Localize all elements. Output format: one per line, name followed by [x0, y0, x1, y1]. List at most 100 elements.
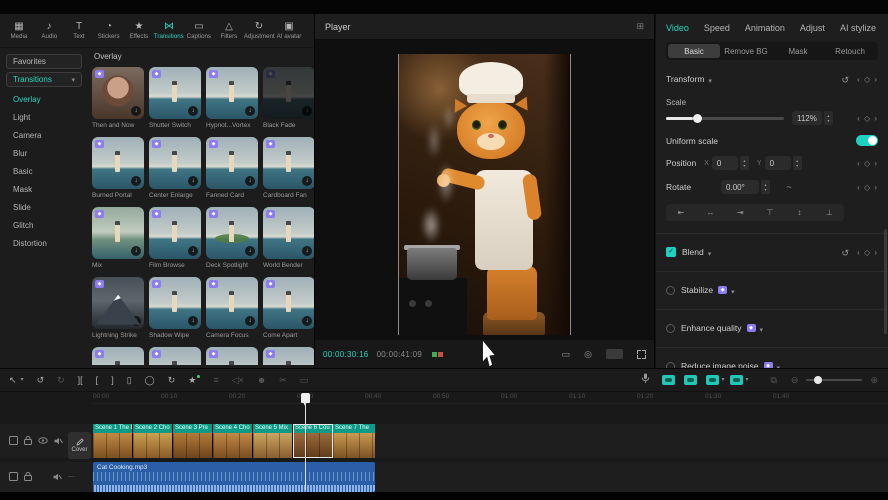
- transition-item[interactable]: [206, 277, 258, 329]
- toolbar-effects[interactable]: ★Effects: [124, 21, 154, 40]
- rotate-value-field[interactable]: 0.00°: [721, 180, 759, 194]
- align-top-icon[interactable]: ⊤: [755, 208, 785, 217]
- snap-options-dropdown-icon[interactable]: ▾: [721, 375, 724, 385]
- track-frame-icon[interactable]: [9, 436, 18, 445]
- hide-track-icon[interactable]: [38, 437, 48, 444]
- tab-animation[interactable]: Animation: [745, 23, 785, 33]
- sidebar-item-glitch[interactable]: Glitch: [0, 217, 88, 235]
- sound-sync-toggle[interactable]: [730, 375, 743, 385]
- fullscreen-icon[interactable]: [637, 350, 646, 359]
- transition-item[interactable]: [206, 347, 258, 365]
- select-tool-dropdown-icon[interactable]: ▾: [21, 375, 24, 385]
- transition-item[interactable]: [263, 347, 314, 365]
- transition-item[interactable]: [206, 137, 258, 189]
- position-y-stepper[interactable]: [793, 156, 802, 170]
- transition-item[interactable]: [92, 67, 144, 119]
- zoom-out-icon[interactable]: ⊖: [791, 375, 799, 385]
- clip-scene-1[interactable]: Scene 1 The E: [93, 424, 133, 458]
- align-center-vertical-icon[interactable]: ↕: [785, 208, 815, 217]
- player-layout-icon[interactable]: ⊞: [636, 21, 644, 32]
- avatar-tool-icon[interactable]: ☻: [257, 375, 266, 385]
- lock-track-icon[interactable]: [24, 472, 32, 481]
- chevron-down-icon[interactable]: [756, 319, 764, 337]
- toolbar-text[interactable]: TText: [64, 21, 94, 40]
- subtab-basic[interactable]: Basic: [668, 44, 720, 58]
- transition-item[interactable]: [149, 277, 201, 329]
- mute-track-icon[interactable]: [54, 437, 63, 445]
- transition-item[interactable]: [206, 207, 258, 259]
- sidebar-item-light[interactable]: Light: [0, 109, 88, 127]
- transition-item[interactable]: [263, 277, 314, 329]
- clip-scene-6-selected[interactable]: Scene 6 Cou: [293, 424, 333, 458]
- transition-item[interactable]: [263, 207, 314, 259]
- inspector-scrollbar[interactable]: [884, 229, 887, 334]
- scale-keyframe-control[interactable]: [857, 114, 878, 123]
- undo-icon[interactable]: ↺: [37, 375, 45, 385]
- sidebar-category-dropdown[interactable]: Transitions: [6, 72, 82, 87]
- select-tool-icon[interactable]: ↖: [9, 375, 17, 385]
- position-x-field[interactable]: 0: [712, 156, 738, 170]
- clip-scene-3[interactable]: Scene 3 Pre: [173, 424, 213, 458]
- lock-track-icon[interactable]: [24, 436, 32, 445]
- mute-track-icon[interactable]: [53, 473, 62, 481]
- transition-item[interactable]: [263, 67, 314, 119]
- tab-ai-stylize[interactable]: AI stylize: [840, 23, 876, 33]
- clip-scene-4[interactable]: Scene 4 Cho: [213, 424, 253, 458]
- chevron-down-icon[interactable]: [704, 243, 712, 261]
- toolbar-audio[interactable]: ♪Audio: [34, 21, 64, 40]
- mirror-preview-icon[interactable]: ⧉: [770, 375, 776, 385]
- sidebar-item-camera[interactable]: Camera: [0, 127, 88, 145]
- redo-icon[interactable]: ↻: [57, 375, 65, 385]
- color-bars-icon[interactable]: [432, 352, 443, 357]
- transition-item[interactable]: [149, 347, 201, 365]
- magnet-snap-toggle[interactable]: [662, 375, 675, 385]
- chevron-down-icon[interactable]: [727, 281, 735, 299]
- rotate-stepper[interactable]: [761, 180, 770, 194]
- quality-selector[interactable]: [606, 349, 623, 359]
- auto-preview-toggle[interactable]: [706, 375, 719, 385]
- toolbar-filters[interactable]: △Filters: [214, 21, 244, 40]
- freeze-frame-icon[interactable]: ◯: [145, 375, 155, 385]
- transition-item[interactable]: [92, 207, 144, 259]
- scale-slider[interactable]: [666, 117, 784, 120]
- rotate-dial-icon[interactable]: ~: [778, 182, 800, 192]
- chevron-down-icon[interactable]: [704, 70, 712, 88]
- sidebar-item-distortion[interactable]: Distortion: [0, 235, 88, 253]
- sync-options-dropdown-icon[interactable]: ▾: [745, 375, 748, 385]
- align-left-icon[interactable]: ⇤: [666, 208, 696, 217]
- snapshot-icon[interactable]: ◎: [584, 349, 592, 360]
- blend-keyframe-control[interactable]: [857, 248, 878, 257]
- position-x-stepper[interactable]: [740, 156, 749, 170]
- zoom-slider-knob[interactable]: [814, 376, 822, 384]
- delete-icon[interactable]: ▯: [127, 375, 132, 385]
- audio-separate-icon[interactable]: ◁×: [232, 375, 244, 385]
- transition-item[interactable]: [263, 137, 314, 189]
- enhance-quality-checkbox[interactable]: [666, 324, 675, 333]
- toolbar-ai-avatar[interactable]: ▣AI avatar: [274, 21, 304, 40]
- subtab-remove-bg[interactable]: Remove BG: [720, 44, 772, 58]
- uniform-scale-toggle[interactable]: [856, 135, 878, 146]
- track-collapse-dash[interactable]: —: [68, 473, 75, 480]
- transition-item[interactable]: [206, 67, 258, 119]
- blend-checkbox[interactable]: [666, 247, 676, 257]
- trim-left-icon[interactable]: [: [96, 375, 99, 385]
- transition-item[interactable]: [92, 277, 144, 329]
- sidebar-item-mask[interactable]: Mask: [0, 181, 88, 199]
- position-keyframe-control[interactable]: [857, 159, 878, 168]
- align-center-horizontal-icon[interactable]: ↔: [696, 208, 726, 217]
- preview-monitor-icon[interactable]: ▭: [300, 375, 309, 385]
- tab-adjust[interactable]: Adjust: [800, 23, 825, 33]
- sidebar-item-blur[interactable]: Blur: [0, 145, 88, 163]
- edit-cover-button[interactable]: Cover: [68, 432, 91, 459]
- scissors-icon[interactable]: ✂: [279, 375, 287, 385]
- toolbar-transitions[interactable]: ⋈Transitions: [154, 21, 184, 40]
- transform-keyframe-control[interactable]: [857, 75, 878, 84]
- timeline-zoom-slider[interactable]: [806, 379, 862, 381]
- clip-scene-7[interactable]: Scene 7 The: [333, 424, 375, 458]
- reverse-icon[interactable]: ↻: [168, 375, 176, 385]
- toolbar-stickers[interactable]: ◔Stickers: [94, 21, 124, 40]
- track-options-icon[interactable]: ≡: [213, 375, 218, 385]
- trim-right-icon[interactable]: ]: [111, 375, 114, 385]
- align-bottom-icon[interactable]: ⊥: [814, 208, 844, 217]
- tab-speed[interactable]: Speed: [704, 23, 730, 33]
